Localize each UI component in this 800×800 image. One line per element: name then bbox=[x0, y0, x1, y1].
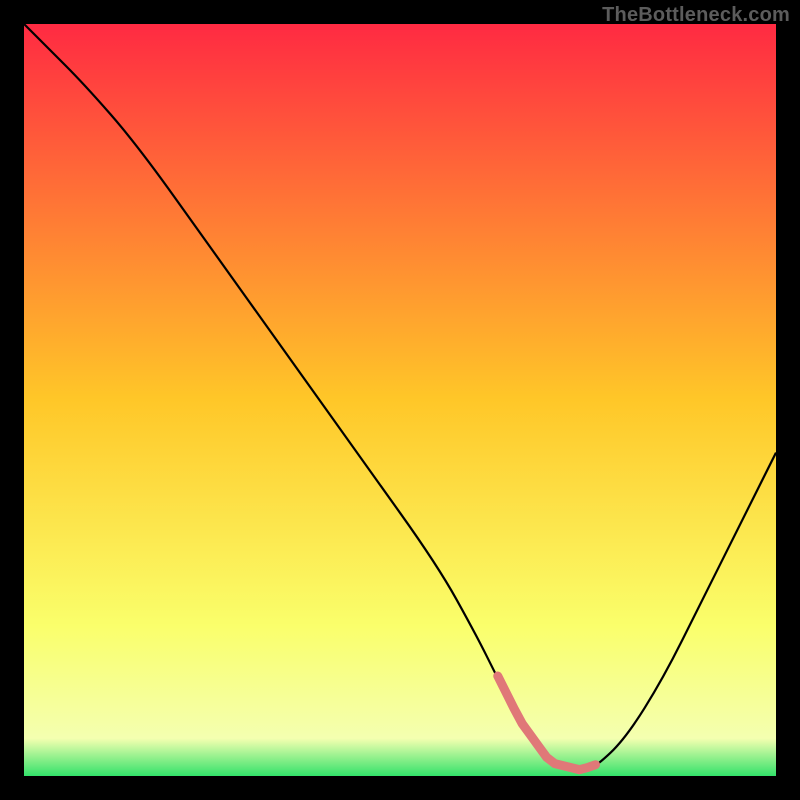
chart-container: TheBottleneck.com bbox=[0, 0, 800, 800]
gradient-background bbox=[24, 24, 776, 776]
plot-area bbox=[24, 24, 776, 776]
chart-svg bbox=[24, 24, 776, 776]
watermark-text: TheBottleneck.com bbox=[602, 4, 790, 27]
